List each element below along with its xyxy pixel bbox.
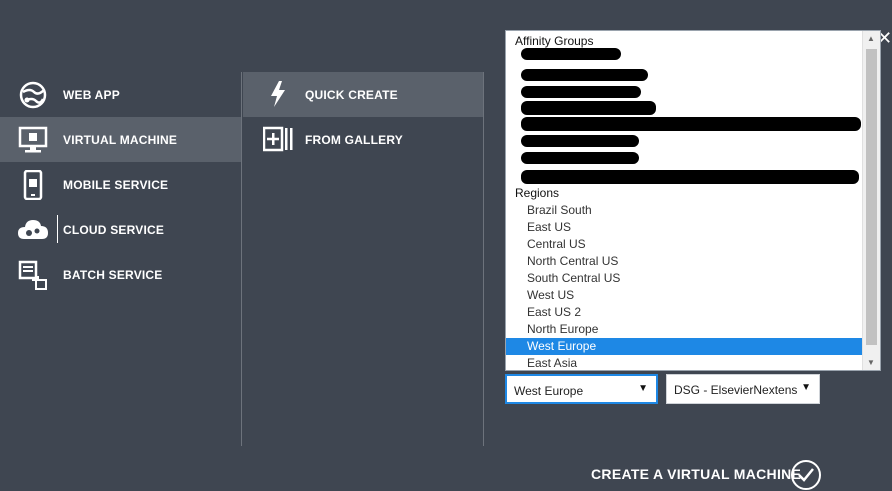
option-label-quick-create: QUICK CREATE (305, 88, 398, 102)
scroll-up-icon[interactable]: ▲ (867, 34, 875, 43)
nav-label-web-app: WEB APP (63, 87, 120, 102)
redacted-entry (521, 101, 656, 115)
region-option[interactable]: Brazil South (506, 202, 862, 219)
chevron-down-icon: ▼ (638, 383, 648, 394)
nav-item-virtual-machine[interactable]: VIRTUAL MACHINE (0, 117, 241, 162)
phone-icon (17, 169, 49, 201)
redacted-entry (521, 135, 639, 147)
nav-label-mobile-service: MOBILE SERVICE (63, 177, 169, 192)
gallery-add-icon (263, 124, 293, 154)
redacted-entry (521, 48, 621, 60)
redacted-entry (521, 152, 639, 164)
cloud-divider (57, 215, 58, 243)
nav-label-batch-service: BATCH SERVICE (63, 267, 163, 282)
nav-item-mobile-service[interactable]: MOBILE SERVICE (0, 162, 241, 207)
checkmark-icon (798, 468, 814, 482)
cloud-gear-icon (17, 214, 49, 246)
region-option[interactable]: Central US (506, 236, 862, 253)
option-quick-create[interactable]: QUICK CREATE (243, 72, 483, 117)
nav-item-cloud-service[interactable]: CLOUD SERVICE (0, 207, 241, 252)
region-select-value: West Europe (514, 384, 584, 398)
region-option[interactable]: East US (506, 219, 862, 236)
redacted-entry (521, 69, 648, 81)
region-option[interactable]: East Asia (506, 355, 862, 370)
redacted-entry (521, 170, 859, 184)
redacted-entry (521, 86, 641, 98)
nav-item-web-app[interactable]: WEB APP (0, 72, 241, 117)
subscription-select[interactable]: DSG - ElsevierNextens ▼ (666, 374, 820, 404)
region-option[interactable]: North Central US (506, 253, 862, 270)
region-select[interactable]: West Europe ▼ (505, 374, 658, 404)
confirm-check-button[interactable] (791, 460, 821, 490)
monitor-icon (17, 124, 49, 156)
chevron-down-icon: ▼ (801, 382, 811, 393)
region-dropdown-list[interactable]: Affinity Groups Regions Brazil South Eas… (505, 30, 881, 371)
regions-header: Regions (515, 186, 560, 200)
option-label-from-gallery: FROM GALLERY (305, 133, 403, 147)
affinity-groups-header: Affinity Groups (515, 34, 594, 48)
region-option[interactable]: North Europe (506, 321, 862, 338)
batch-icon (17, 259, 49, 291)
redacted-entry (521, 117, 861, 131)
nav-item-batch-service[interactable]: BATCH SERVICE (0, 252, 241, 297)
scroll-down-icon[interactable]: ▼ (867, 358, 875, 367)
globe-icon (17, 79, 49, 111)
region-option[interactable]: South Central US (506, 270, 862, 287)
region-option-highlighted[interactable]: West Europe (506, 338, 862, 355)
create-vm-label[interactable]: CREATE A VIRTUAL MACHINE (591, 466, 801, 482)
option-from-gallery[interactable]: FROM GALLERY (243, 117, 483, 162)
nav-label-virtual-machine: VIRTUAL MACHINE (63, 132, 178, 147)
nav-label-cloud-service: CLOUD SERVICE (63, 222, 165, 237)
dropdown-scrollbar[interactable]: ▲ ▼ (862, 31, 880, 370)
region-option[interactable]: East US 2 (506, 304, 862, 321)
subscription-select-value: DSG - ElsevierNextens (674, 383, 798, 397)
scrollbar-thumb[interactable] (866, 49, 877, 345)
lightning-icon (263, 79, 293, 109)
column-divider-right (483, 72, 484, 446)
region-option[interactable]: West US (506, 287, 862, 304)
column-divider-left (241, 72, 242, 446)
